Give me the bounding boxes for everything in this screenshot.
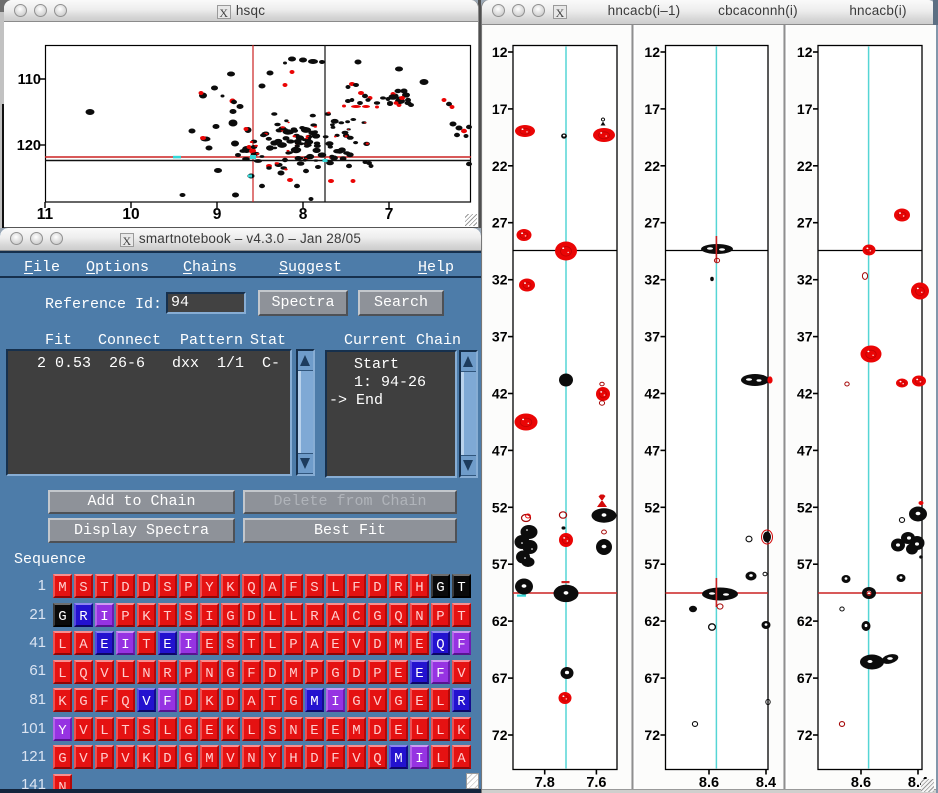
svg-text:17: 17 xyxy=(644,101,660,117)
svg-text:37: 37 xyxy=(644,329,660,345)
svg-text:42: 42 xyxy=(797,386,813,402)
svg-text:12: 12 xyxy=(644,44,660,60)
svg-text:32: 32 xyxy=(492,272,508,288)
svg-text:52: 52 xyxy=(492,499,508,515)
svg-text:72: 72 xyxy=(644,727,660,743)
svg-text:57: 57 xyxy=(492,556,508,572)
svg-text:22: 22 xyxy=(492,158,508,174)
svg-text:9: 9 xyxy=(213,206,222,223)
svg-text:47: 47 xyxy=(492,442,508,458)
svg-text:42: 42 xyxy=(492,386,508,402)
svg-text:72: 72 xyxy=(492,727,508,743)
svg-text:67: 67 xyxy=(492,670,508,686)
svg-text:67: 67 xyxy=(797,670,813,686)
svg-text:42: 42 xyxy=(644,386,660,402)
svg-text:110: 110 xyxy=(18,72,41,88)
svg-text:62: 62 xyxy=(797,613,813,629)
svg-text:47: 47 xyxy=(797,442,813,458)
svg-text:47: 47 xyxy=(644,442,660,458)
svg-text:62: 62 xyxy=(492,613,508,629)
svg-text:57: 57 xyxy=(644,556,660,572)
svg-text:32: 32 xyxy=(797,272,813,288)
svg-text:22: 22 xyxy=(644,158,660,174)
svg-text:62: 62 xyxy=(644,613,660,629)
svg-text:72: 72 xyxy=(797,727,813,743)
svg-text:52: 52 xyxy=(797,499,813,515)
svg-text:67: 67 xyxy=(644,670,660,686)
svg-text:8: 8 xyxy=(299,206,308,223)
svg-text:12: 12 xyxy=(797,44,813,60)
svg-text:120: 120 xyxy=(17,138,41,154)
svg-text:22: 22 xyxy=(797,158,813,174)
svg-text:27: 27 xyxy=(644,215,660,231)
svg-text:10: 10 xyxy=(122,206,139,223)
svg-text:52: 52 xyxy=(644,499,660,515)
svg-text:17: 17 xyxy=(797,101,813,117)
svg-text:7: 7 xyxy=(385,206,394,223)
svg-text:32: 32 xyxy=(644,272,660,288)
svg-text:12: 12 xyxy=(492,44,508,60)
svg-text:11: 11 xyxy=(37,206,54,223)
svg-text:57: 57 xyxy=(797,556,813,572)
svg-text:37: 37 xyxy=(492,329,508,345)
svg-text:27: 27 xyxy=(492,215,508,231)
svg-text:27: 27 xyxy=(797,215,813,231)
svg-text:17: 17 xyxy=(492,101,508,117)
svg-text:37: 37 xyxy=(797,329,813,345)
